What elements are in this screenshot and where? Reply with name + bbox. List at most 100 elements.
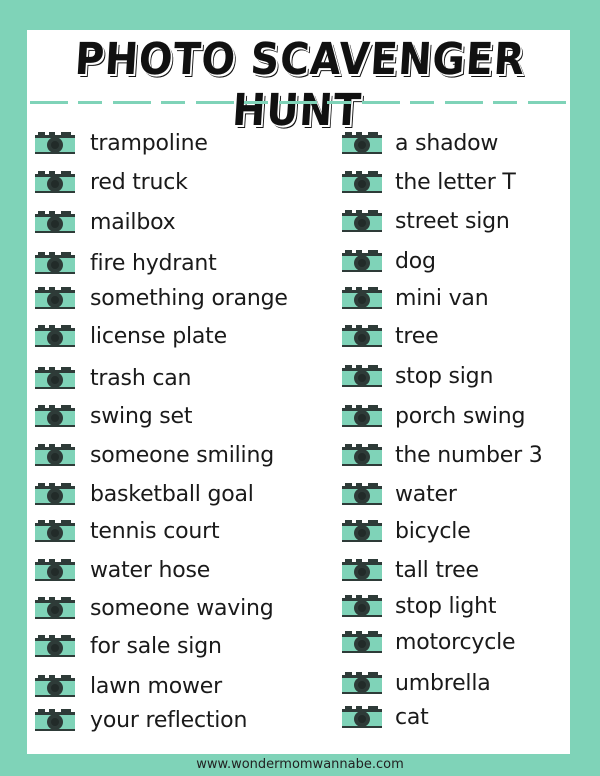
list-item: swing set [35,401,192,431]
item-label: trash can [90,365,192,391]
camera-icon [35,170,75,194]
camera-icon [35,404,75,428]
list-item: street sign [342,206,510,236]
camera-icon [35,251,75,275]
item-label: tree [395,323,439,349]
item-label: someone smiling [90,442,274,468]
item-label: license plate [90,323,227,349]
camera-icon [342,671,382,695]
item-label: cat [395,704,429,730]
camera-icon [342,594,382,618]
camera-icon [342,404,382,428]
item-label: swing set [90,403,193,429]
camera-icon [35,596,75,620]
camera-icon [35,558,75,582]
camera-icon [35,674,75,698]
camera-icon [342,443,382,467]
camera-icon [342,209,382,233]
item-label: fire hydrant [90,250,217,276]
camera-icon [35,519,75,543]
camera-icon [342,705,382,729]
camera-icon [35,324,75,348]
list-item: the number 3 [342,440,543,470]
item-label: the letter T [395,169,516,195]
camera-icon [35,286,75,310]
camera-icon [35,708,75,732]
list-item: tall tree [342,555,479,585]
camera-icon [35,634,75,658]
list-item: license plate [35,321,227,351]
list-item: stop sign [342,361,493,391]
item-label: stop sign [395,363,494,389]
list-item: someone smiling [35,440,274,470]
item-label: trampoline [90,130,208,156]
camera-icon [35,210,75,234]
list-item: the letter T [342,167,516,197]
item-label: street sign [395,208,510,234]
list-item: tennis court [35,516,220,546]
item-label: porch swing [395,403,526,429]
list-item: dog [342,246,436,276]
item-label: a shadow [395,130,499,156]
list-item: trash can [35,363,191,393]
list-item: for sale sign [35,631,222,661]
item-label: water [395,481,457,507]
camera-icon [342,249,382,273]
item-label: bicycle [395,518,471,544]
scavenger-hunt-card: PHOTO SCAVENGER HUNT trampoline red truc… [27,30,570,754]
item-label: someone waving [90,595,274,621]
item-label: lawn mower [90,673,222,699]
camera-icon [342,324,382,348]
list-item: a shadow [342,128,498,158]
camera-icon [342,286,382,310]
item-label: tennis court [90,518,220,544]
camera-icon [342,558,382,582]
item-label: basketball goal [90,481,254,507]
list-item: stop light [342,591,496,621]
list-item: tree [342,321,439,351]
camera-icon [342,630,382,654]
camera-icon [35,443,75,467]
item-label: stop light [395,593,497,619]
list-item: someone waving [35,593,274,623]
item-label: mailbox [90,209,176,235]
camera-icon [342,519,382,543]
list-item: lawn mower [35,671,222,701]
list-item: water hose [35,555,210,585]
page-title: PHOTO SCAVENGER HUNT [73,34,527,136]
footer-url: www.wondermomwannabe.com [196,757,404,772]
list-item: cat [342,702,429,732]
list-item: mailbox [35,207,176,237]
item-label: tall tree [395,557,479,583]
list-item: red truck [35,167,188,197]
camera-icon [35,482,75,506]
list-item: mini van [342,283,489,313]
list-item: basketball goal [35,479,254,509]
camera-icon [342,170,382,194]
list-item: bicycle [342,516,471,546]
camera-icon [342,364,382,388]
camera-icon [35,366,75,390]
item-label: dog [395,248,436,274]
list-item: trampoline [35,128,208,158]
camera-icon [342,482,382,506]
item-label: umbrella [395,670,491,696]
list-item: porch swing [342,401,525,431]
item-label: for sale sign [90,633,222,659]
camera-icon [342,131,382,155]
item-label: the number 3 [395,442,543,468]
camera-icon [35,131,75,155]
list-item: umbrella [342,668,491,698]
dashed-divider [30,101,567,104]
list-item: water [342,479,457,509]
item-label: motorcycle [395,629,516,655]
list-item: motorcycle [342,627,516,657]
item-label: red truck [90,169,188,195]
item-label: water hose [90,557,211,583]
list-item: fire hydrant [35,248,217,278]
item-label: something orange [90,285,288,311]
item-label: your reflection [90,707,248,733]
list-item: something orange [35,283,288,313]
item-label: mini van [395,285,489,311]
list-item: your reflection [35,705,247,735]
